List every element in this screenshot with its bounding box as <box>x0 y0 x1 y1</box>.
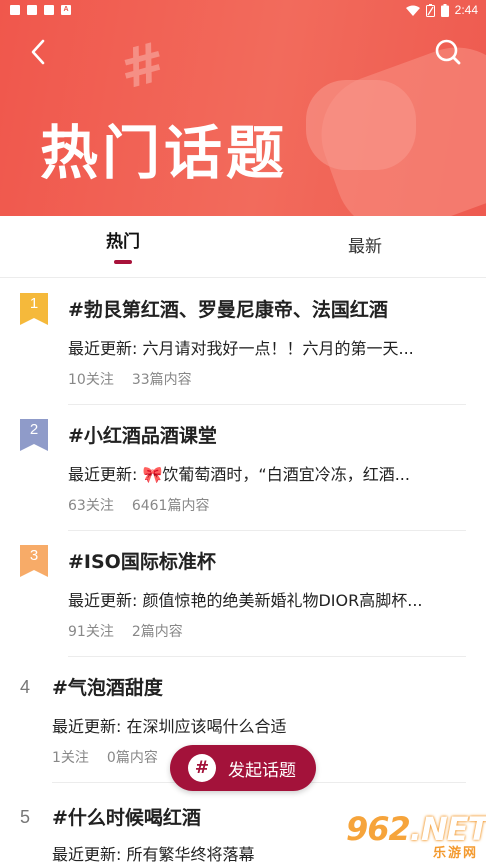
rank-number: 3 <box>29 547 39 564</box>
a-badge-icon: A <box>61 5 71 15</box>
follow-count: 1关注 <box>52 750 89 766</box>
watermark-text: 乐游网 <box>432 846 478 861</box>
topic-latest-update: 最近更新: 六月请对我好一点！！六月的第一天... <box>68 339 414 358</box>
topic-latest-update: 最近更新: 🎀饮葡萄酒时，“白酒宜冷冻，红酒... <box>68 465 410 484</box>
topic-latest-update: 最近更新: 在深圳应该喝什么合适 <box>52 717 287 736</box>
page-title: 热门话题 <box>40 119 289 187</box>
tab-bar: 热门 最新 <box>0 216 486 278</box>
header-banner: # 热门话题 <box>0 0 486 216</box>
tab-latest[interactable]: 最新 <box>322 216 408 278</box>
rank-badge-silver-icon: 2 <box>20 419 48 451</box>
create-topic-label: 发起话题 <box>228 760 296 781</box>
tab-label: 最新 <box>348 237 382 257</box>
rank-number: 5 <box>20 807 31 827</box>
watermark-number: 962 <box>346 810 411 848</box>
follow-count: 10关注 <box>68 372 114 388</box>
topic-meta: 10关注 33篇内容 <box>68 369 210 389</box>
post-count: 0篇内容 <box>106 750 158 766</box>
topic-title: #勃艮第红酒、罗曼尼康帝、法国红酒 <box>68 299 388 321</box>
back-button[interactable] <box>24 36 52 68</box>
topic-item[interactable]: 2 #小红酒品酒课堂 最近更新: 🎀饮葡萄酒时，“白酒宜冷冻，红酒... 63关… <box>0 405 486 531</box>
status-bar: A 2:44 <box>0 0 486 20</box>
topic-meta: 1关注 0篇内容 <box>52 747 176 767</box>
rank-number: 4 <box>20 677 31 697</box>
rank-number: 2 <box>29 421 39 438</box>
active-tab-indicator <box>114 260 132 264</box>
battery-saver-icon <box>425 3 435 17</box>
banner-decoration <box>306 80 416 170</box>
site-watermark-logo: 962.NET 乐游网 <box>346 810 486 861</box>
topic-title: #气泡酒甜度 <box>52 677 163 699</box>
chevron-left-icon <box>31 39 45 65</box>
post-count: 33篇内容 <box>131 372 192 388</box>
wifi-icon <box>405 5 420 16</box>
topic-item[interactable]: 1 #勃艮第红酒、罗曼尼康帝、法国红酒 最近更新: 六月请对我好一点！！六月的第… <box>0 279 486 405</box>
topic-item[interactable]: 3 #ISO国际标准杯 最近更新: 颜值惊艳的绝美新婚礼物DIOR高脚杯... … <box>0 531 486 657</box>
rank-badge-bronze-icon: 3 <box>20 545 48 577</box>
notification-square-icon <box>27 5 37 15</box>
topic-meta: 91关注 2篇内容 <box>68 621 201 641</box>
rank-badge-gold-icon: 1 <box>20 293 48 325</box>
post-count: 6461篇内容 <box>131 498 210 514</box>
topic-title: #ISO国际标准杯 <box>68 551 216 573</box>
notification-square-icon <box>44 5 54 15</box>
search-icon <box>435 39 461 65</box>
hash-icon: # <box>188 754 216 782</box>
follow-count: 63关注 <box>68 498 114 514</box>
create-topic-button[interactable]: # 发起话题 <box>170 745 316 791</box>
notification-square-icon <box>10 5 20 15</box>
search-button[interactable] <box>432 36 464 68</box>
status-time: 2:44 <box>454 3 478 17</box>
topic-title: #什么时候喝红酒 <box>52 807 201 829</box>
topic-title: #小红酒品酒课堂 <box>68 425 217 447</box>
rank-number: 1 <box>29 295 39 312</box>
tab-label: 热门 <box>106 232 140 252</box>
tab-hot[interactable]: 热门 <box>80 216 166 278</box>
topic-latest-update: 最近更新: 颜值惊艳的绝美新婚礼物DIOR高脚杯... <box>68 591 423 610</box>
topic-meta: 63关注 6461篇内容 <box>68 495 227 515</box>
post-count: 2篇内容 <box>131 624 183 640</box>
battery-icon <box>440 3 449 17</box>
follow-count: 91关注 <box>68 624 114 640</box>
hash-decoration-icon: # <box>112 29 173 102</box>
